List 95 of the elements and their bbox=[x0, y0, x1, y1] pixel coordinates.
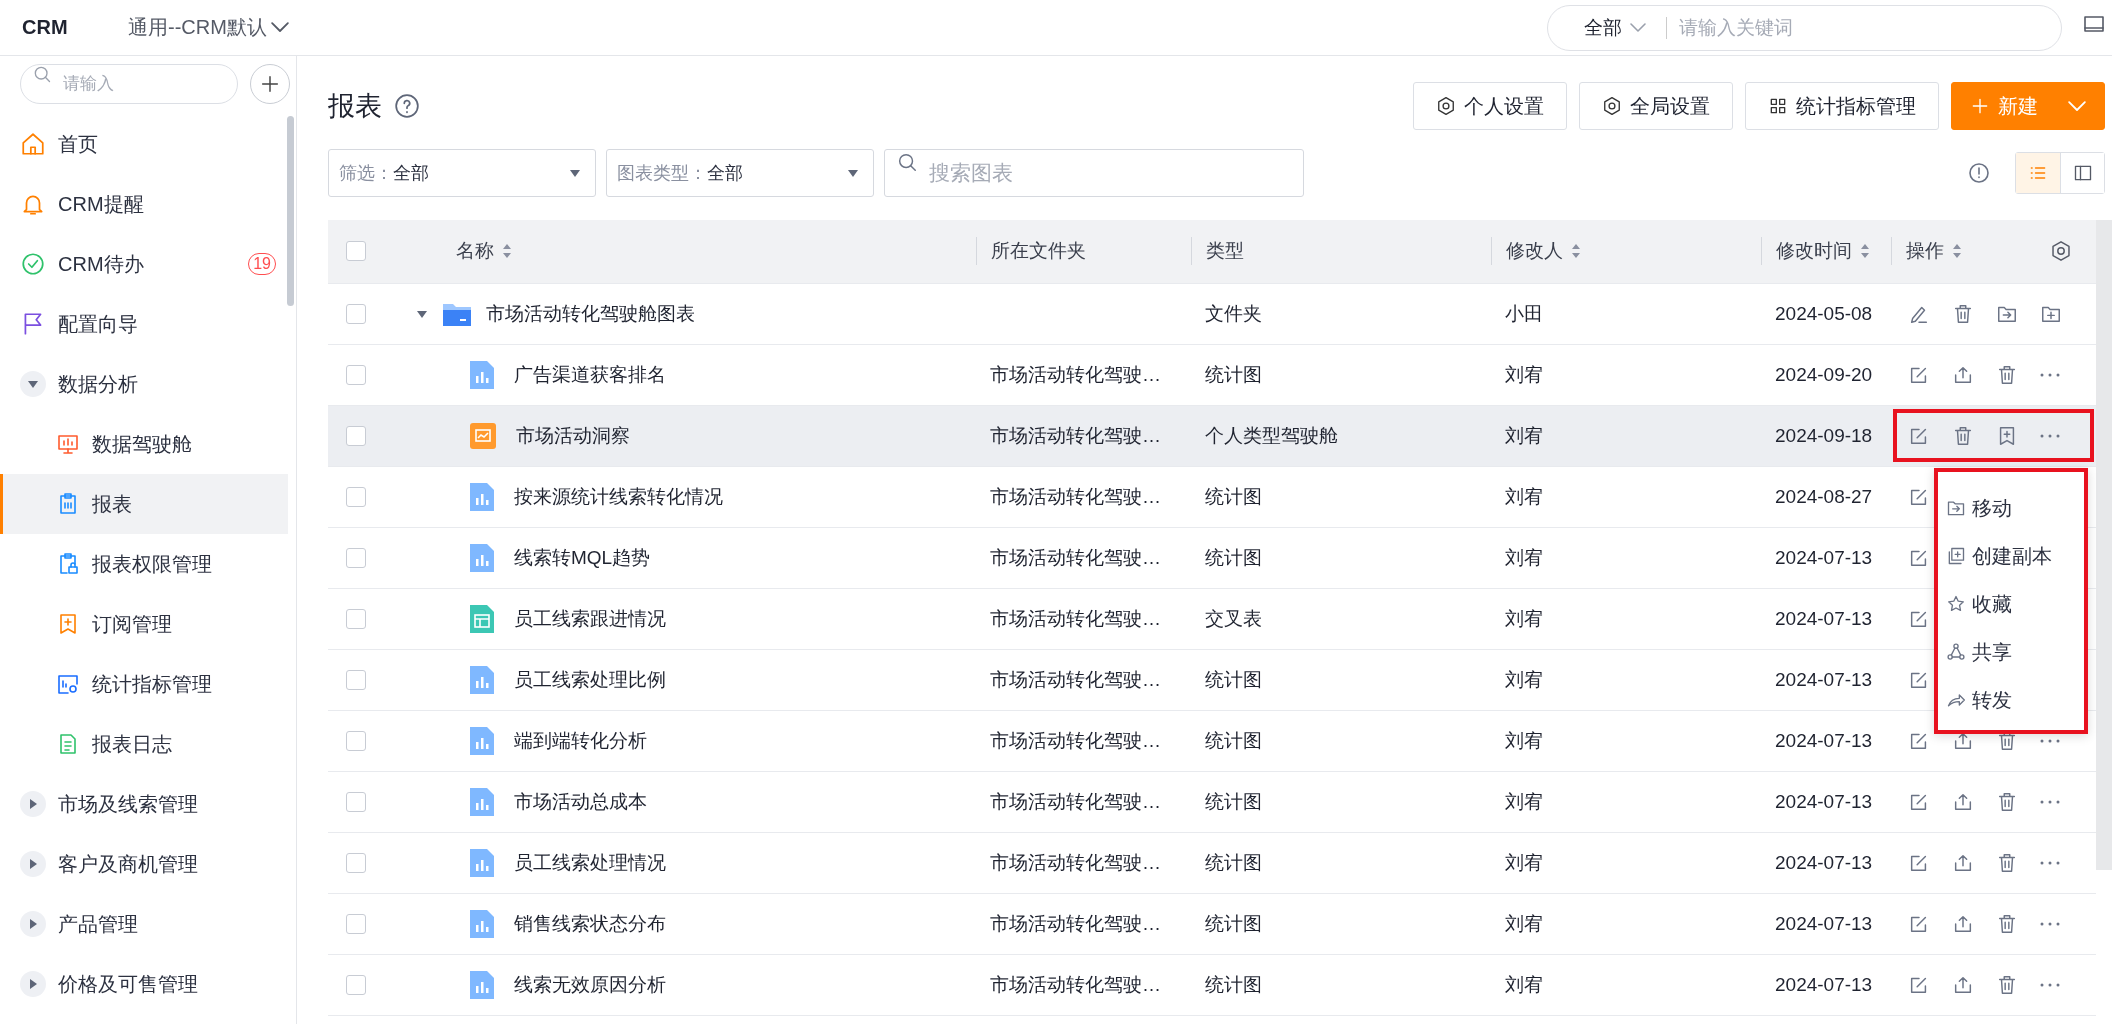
folder-cell: 市场活动转化驾驶… bbox=[990, 424, 1161, 446]
column-header[interactable]: 名称 bbox=[456, 237, 494, 266]
type-cell: 统计图 bbox=[1205, 546, 1262, 568]
modifier-cell: 刘宥 bbox=[1505, 668, 1543, 690]
nav-item[interactable]: 统计指标管理 bbox=[0, 654, 288, 714]
type-cell: 统计图 bbox=[1205, 668, 1262, 690]
type-cell: 统计图 bbox=[1205, 729, 1262, 751]
type-cell: 统计图 bbox=[1205, 973, 1262, 995]
time-cell: 2024-07-13 bbox=[1775, 973, 1873, 995]
modifier-cell: 刘宥 bbox=[1505, 424, 1543, 446]
nav-item[interactable]: 首页 bbox=[0, 114, 288, 174]
time-cell: 2024-07-13 bbox=[1775, 851, 1873, 873]
folder-cell: 市场活动转化驾驶… bbox=[990, 607, 1161, 629]
nav-group[interactable]: 客户及商机管理 bbox=[0, 834, 288, 894]
column-header[interactable]: 修改人 bbox=[1506, 237, 1563, 266]
time-cell: 2024-08-27 bbox=[1775, 485, 1873, 507]
modifier-cell: 刘宥 bbox=[1505, 485, 1543, 507]
report-name[interactable]: 线索转MQL趋势 bbox=[514, 544, 651, 571]
time-cell: 2024-07-13 bbox=[1775, 729, 1873, 751]
app-logo: CRM bbox=[22, 16, 69, 39]
folder-cell: 市场活动转化驾驶… bbox=[990, 729, 1161, 751]
keyword-input[interactable]: 请输入关键词 bbox=[1667, 15, 2061, 40]
modifier-cell: 小田 bbox=[1505, 302, 1543, 324]
nav-item[interactable]: CRM待办 19 bbox=[0, 234, 288, 294]
nav-item[interactable]: 配置向导 bbox=[0, 294, 288, 354]
menu-item[interactable]: 移动 bbox=[1938, 484, 2084, 532]
toolbar-button[interactable]: 统计指标管理 bbox=[1745, 82, 1939, 130]
time-cell: 2024-07-13 bbox=[1775, 607, 1873, 629]
menu-item[interactable]: 创建副本 bbox=[1938, 532, 2084, 580]
report-name[interactable]: 广告渠道获客排名 bbox=[514, 361, 666, 388]
nav-item[interactable]: 报表 bbox=[0, 474, 288, 534]
nav-item[interactable]: CRM提醒 bbox=[0, 174, 288, 234]
type-cell: 个人类型驾驶舱 bbox=[1205, 424, 1338, 446]
menu-item[interactable]: 收藏 bbox=[1938, 580, 2084, 628]
folder-cell: 市场活动转化驾驶… bbox=[990, 912, 1161, 934]
filter-dropdown[interactable]: 图表类型：全部 bbox=[606, 149, 874, 197]
folder-cell: 市场活动转化驾驶… bbox=[990, 973, 1161, 995]
nav-item[interactable]: 数据驾驶舱 bbox=[0, 414, 288, 474]
toolbar-button[interactable]: 全局设置 bbox=[1579, 82, 1733, 130]
nav-group[interactable]: 数据分析 bbox=[0, 354, 288, 414]
nav-group[interactable]: 产品管理 bbox=[0, 894, 288, 954]
modifier-cell: 刘宥 bbox=[1505, 851, 1543, 873]
type-cell: 统计图 bbox=[1205, 485, 1262, 507]
modifier-cell: 刘宥 bbox=[1505, 546, 1543, 568]
page-title: 报表 bbox=[328, 90, 382, 123]
folder-cell: 市场活动转化驾驶… bbox=[990, 668, 1161, 690]
toolbar-button[interactable]: 个人设置 bbox=[1413, 82, 1567, 130]
column-header[interactable]: 类型 bbox=[1206, 237, 1244, 266]
sidebar-search-field[interactable]: 请输入 bbox=[20, 64, 238, 104]
time-cell: 2024-07-13 bbox=[1775, 668, 1873, 690]
nav-item[interactable]: 订阅管理 bbox=[0, 594, 288, 654]
report-name[interactable]: 销售线索状态分布 bbox=[514, 910, 666, 937]
folder-cell: 市场活动转化驾驶… bbox=[990, 485, 1161, 507]
modifier-cell: 刘宥 bbox=[1505, 912, 1543, 934]
type-cell: 统计图 bbox=[1205, 790, 1262, 812]
time-cell: 2024-07-13 bbox=[1775, 790, 1873, 812]
column-header[interactable]: 操作 bbox=[1906, 237, 1944, 266]
report-name[interactable]: 按来源统计线索转化情况 bbox=[514, 483, 723, 510]
modifier-cell: 刘宥 bbox=[1505, 973, 1543, 995]
report-name[interactable]: 员工线索处理比例 bbox=[514, 666, 666, 693]
menu-item[interactable]: 共享 bbox=[1938, 628, 2084, 676]
time-cell: 2024-07-13 bbox=[1775, 546, 1873, 568]
nav-group[interactable]: 价格及可售管理 bbox=[0, 954, 288, 1014]
report-name[interactable]: 市场活动转化驾驶舱图表 bbox=[486, 300, 695, 327]
menu-item[interactable]: 转发 bbox=[1938, 676, 2084, 724]
nav-item[interactable]: 报表权限管理 bbox=[0, 534, 288, 594]
time-cell: 2024-05-08 bbox=[1775, 302, 1873, 324]
report-name[interactable]: 线索无效原因分析 bbox=[514, 971, 666, 998]
folder-cell: 市场活动转化驾驶… bbox=[990, 546, 1161, 568]
chart-search-field[interactable]: 搜索图表 bbox=[884, 149, 1304, 197]
filter-dropdown[interactable]: 筛选：全部 bbox=[328, 149, 596, 197]
report-name[interactable]: 端到端转化分析 bbox=[514, 727, 647, 754]
modifier-cell: 刘宥 bbox=[1505, 729, 1543, 751]
time-cell: 2024-07-13 bbox=[1775, 912, 1873, 934]
time-cell: 2024-09-20 bbox=[1775, 363, 1873, 385]
report-name[interactable]: 市场活动洞察 bbox=[516, 422, 630, 449]
type-cell: 统计图 bbox=[1205, 851, 1262, 873]
report-name[interactable]: 员工线索跟进情况 bbox=[514, 605, 666, 632]
modifier-cell: 刘宥 bbox=[1505, 790, 1543, 812]
modifier-cell: 刘宥 bbox=[1505, 607, 1543, 629]
time-cell: 2024-09-18 bbox=[1775, 424, 1873, 446]
nav-group[interactable]: 市场及线索管理 bbox=[0, 774, 288, 834]
type-cell: 交叉表 bbox=[1205, 607, 1262, 629]
folder-cell: 市场活动转化驾驶… bbox=[990, 790, 1161, 812]
type-cell: 统计图 bbox=[1205, 363, 1262, 385]
workspace-dropdown[interactable]: 通用--CRM默认 bbox=[128, 14, 289, 41]
folder-cell: 市场活动转化驾驶… bbox=[990, 851, 1161, 873]
report-name[interactable]: 员工线索处理情况 bbox=[514, 849, 666, 876]
modifier-cell: 刘宥 bbox=[1505, 363, 1543, 385]
nav-item[interactable]: 报表日志 bbox=[0, 714, 288, 774]
scope-dropdown[interactable]: 全部 bbox=[1548, 16, 1667, 39]
report-name[interactable]: 市场活动总成本 bbox=[514, 788, 647, 815]
type-cell: 文件夹 bbox=[1205, 302, 1262, 324]
folder-cell: 市场活动转化驾驶… bbox=[990, 363, 1161, 385]
type-cell: 统计图 bbox=[1205, 912, 1262, 934]
